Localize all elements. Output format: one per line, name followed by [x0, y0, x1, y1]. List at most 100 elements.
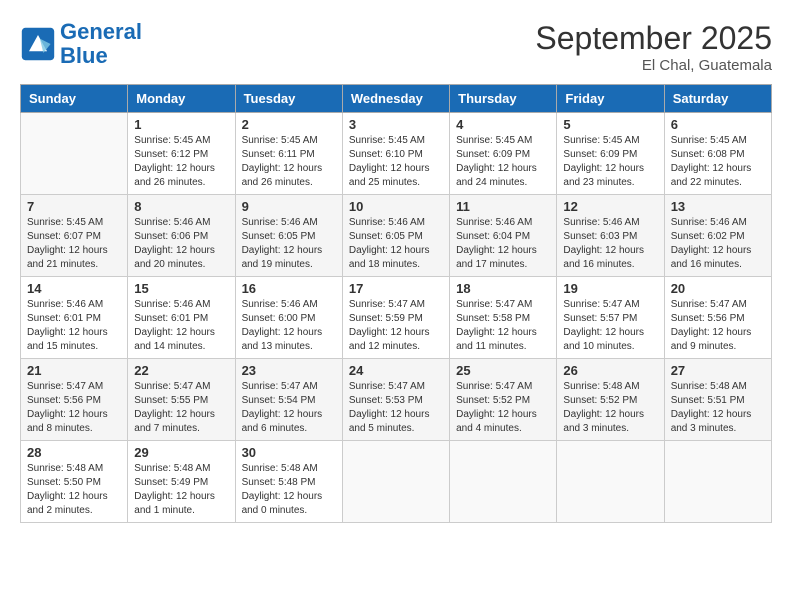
logo-icon	[20, 26, 56, 62]
calendar-week-3: 14 Sunrise: 5:46 AM Sunset: 6:01 PM Dayli…	[21, 277, 772, 359]
day-info: Sunrise: 5:48 AM Sunset: 5:48 PM Dayligh…	[242, 462, 336, 518]
day-header-sunday: Sunday	[21, 85, 128, 113]
day-info: Sunrise: 5:47 AM Sunset: 5:57 PM Dayligh…	[563, 298, 657, 354]
day-number: 30	[242, 445, 336, 460]
day-info: Sunrise: 5:47 AM Sunset: 5:56 PM Dayligh…	[671, 298, 765, 354]
calendar-header-row: SundayMondayTuesdayWednesdayThursdayFrid…	[21, 85, 772, 113]
day-info: Sunrise: 5:46 AM Sunset: 6:01 PM Dayligh…	[27, 298, 121, 354]
calendar-cell: 16Sunrise: 5:46 AM Sunset: 6:00 PM Dayli…	[235, 277, 342, 359]
day-header-wednesday: Wednesday	[342, 85, 449, 113]
day-header-saturday: Saturday	[664, 85, 771, 113]
calendar-cell: 19 Sunrise: 5:47 AM Sunset: 5:57 PM Dayli…	[557, 277, 664, 359]
calendar-cell: 3 Sunrise: 5:45 AM Sunset: 6:10 PM Daylig…	[342, 113, 449, 195]
calendar-cell: 9Sunrise: 5:46 AM Sunset: 6:05 PM Daylig…	[235, 195, 342, 277]
day-info: Sunrise: 5:48 AM Sunset: 5:52 PM Dayligh…	[563, 380, 657, 436]
calendar-cell: 20Sunrise: 5:47 AM Sunset: 5:56 PM Dayli…	[664, 277, 771, 359]
month-title: September 2025	[535, 20, 772, 57]
calendar-week-2: 7 Sunrise: 5:45 AM Sunset: 6:07 PM Daylig…	[21, 195, 772, 277]
day-number: 9	[242, 199, 336, 214]
calendar-cell: 22 Sunrise: 5:47 AM Sunset: 5:55 PM Dayli…	[128, 359, 235, 441]
day-info: Sunrise: 5:45 AM Sunset: 6:10 PM Dayligh…	[349, 134, 443, 190]
day-header-friday: Friday	[557, 85, 664, 113]
day-number: 13	[671, 199, 765, 214]
day-info: Sunrise: 5:45 AM Sunset: 6:08 PM Dayligh…	[671, 134, 765, 190]
calendar-cell: 15Sunrise: 5:46 AM Sunset: 6:01 PM Dayli…	[128, 277, 235, 359]
day-header-tuesday: Tuesday	[235, 85, 342, 113]
day-info: Sunrise: 5:46 AM Sunset: 6:00 PM Dayligh…	[242, 298, 336, 354]
calendar-cell: 29Sunrise: 5:48 AM Sunset: 5:49 PM Dayli…	[128, 441, 235, 523]
calendar-cell: 14 Sunrise: 5:46 AM Sunset: 6:01 PM Dayli…	[21, 277, 128, 359]
day-info: Sunrise: 5:46 AM Sunset: 6:03 PM Dayligh…	[563, 216, 657, 272]
calendar-cell: 12 Sunrise: 5:46 AM Sunset: 6:03 PM Dayli…	[557, 195, 664, 277]
calendar-cell: 8Sunrise: 5:46 AM Sunset: 6:06 PM Daylig…	[128, 195, 235, 277]
day-number: 11	[456, 199, 550, 214]
day-info: Sunrise: 5:47 AM Sunset: 5:54 PM Dayligh…	[242, 380, 336, 436]
day-header-thursday: Thursday	[450, 85, 557, 113]
day-info: Sunrise: 5:45 AM Sunset: 6:09 PM Dayligh…	[456, 134, 550, 190]
day-info: Sunrise: 5:46 AM Sunset: 6:06 PM Dayligh…	[134, 216, 228, 272]
day-number: 10	[349, 199, 443, 214]
day-number: 12	[563, 199, 657, 214]
day-number: 18	[456, 281, 550, 296]
calendar-cell: 21 Sunrise: 5:47 AM Sunset: 5:56 PM Dayli…	[21, 359, 128, 441]
day-info: Sunrise: 5:47 AM Sunset: 5:59 PM Dayligh…	[349, 298, 443, 354]
day-number: 26	[563, 363, 657, 378]
day-info: Sunrise: 5:46 AM Sunset: 6:04 PM Dayligh…	[456, 216, 550, 272]
calendar-cell: 10 Sunrise: 5:46 AM Sunset: 6:05 PM Dayli…	[342, 195, 449, 277]
calendar-cell	[664, 441, 771, 523]
day-info: Sunrise: 5:45 AM Sunset: 6:12 PM Dayligh…	[134, 134, 228, 190]
day-info: Sunrise: 5:47 AM Sunset: 5:58 PM Dayligh…	[456, 298, 550, 354]
day-info: Sunrise: 5:48 AM Sunset: 5:49 PM Dayligh…	[134, 462, 228, 518]
calendar-cell: 30 Sunrise: 5:48 AM Sunset: 5:48 PM Dayli…	[235, 441, 342, 523]
day-number: 1	[134, 117, 228, 132]
calendar-week-1: 1 Sunrise: 5:45 AM Sunset: 6:12 PM Daylig…	[21, 113, 772, 195]
page-header: General Blue September 2025 El Chal, Gua…	[20, 20, 772, 74]
day-number: 27	[671, 363, 765, 378]
day-info: Sunrise: 5:48 AM Sunset: 5:50 PM Dayligh…	[27, 462, 121, 518]
day-info: Sunrise: 5:45 AM Sunset: 6:09 PM Dayligh…	[563, 134, 657, 190]
day-info: Sunrise: 5:47 AM Sunset: 5:56 PM Dayligh…	[27, 380, 121, 436]
day-info: Sunrise: 5:47 AM Sunset: 5:52 PM Dayligh…	[456, 380, 550, 436]
calendar-cell: 13Sunrise: 5:46 AM Sunset: 6:02 PM Dayli…	[664, 195, 771, 277]
day-number: 23	[242, 363, 336, 378]
day-number: 24	[349, 363, 443, 378]
calendar-cell	[450, 441, 557, 523]
calendar-cell: 24 Sunrise: 5:47 AM Sunset: 5:53 PM Dayli…	[342, 359, 449, 441]
day-number: 4	[456, 117, 550, 132]
day-info: Sunrise: 5:47 AM Sunset: 5:55 PM Dayligh…	[134, 380, 228, 436]
calendar-cell: 28Sunrise: 5:48 AM Sunset: 5:50 PM Dayli…	[21, 441, 128, 523]
calendar-table: SundayMondayTuesdayWednesdayThursdayFrid…	[20, 84, 772, 523]
calendar-cell: 18 Sunrise: 5:47 AM Sunset: 5:58 PM Dayli…	[450, 277, 557, 359]
logo: General Blue	[20, 20, 142, 68]
calendar-cell: 2Sunrise: 5:45 AM Sunset: 6:11 PM Daylig…	[235, 113, 342, 195]
day-info: Sunrise: 5:45 AM Sunset: 6:07 PM Dayligh…	[27, 216, 121, 272]
logo-text: General Blue	[60, 20, 142, 68]
day-info: Sunrise: 5:47 AM Sunset: 5:53 PM Dayligh…	[349, 380, 443, 436]
day-info: Sunrise: 5:46 AM Sunset: 6:05 PM Dayligh…	[349, 216, 443, 272]
day-number: 17	[349, 281, 443, 296]
calendar-cell: 25 Sunrise: 5:47 AM Sunset: 5:52 PM Dayli…	[450, 359, 557, 441]
day-number: 21	[27, 363, 121, 378]
calendar-cell: 7 Sunrise: 5:45 AM Sunset: 6:07 PM Daylig…	[21, 195, 128, 277]
day-number: 14	[27, 281, 121, 296]
calendar-cell	[557, 441, 664, 523]
calendar-cell: 1 Sunrise: 5:45 AM Sunset: 6:12 PM Daylig…	[128, 113, 235, 195]
day-header-monday: Monday	[128, 85, 235, 113]
day-number: 7	[27, 199, 121, 214]
calendar-cell: 11 Sunrise: 5:46 AM Sunset: 6:04 PM Dayli…	[450, 195, 557, 277]
day-info: Sunrise: 5:46 AM Sunset: 6:01 PM Dayligh…	[134, 298, 228, 354]
location-subtitle: El Chal, Guatemala	[535, 57, 772, 74]
calendar-cell	[21, 113, 128, 195]
day-number: 2	[242, 117, 336, 132]
day-number: 3	[349, 117, 443, 132]
day-number: 25	[456, 363, 550, 378]
calendar-week-5: 28Sunrise: 5:48 AM Sunset: 5:50 PM Dayli…	[21, 441, 772, 523]
day-number: 19	[563, 281, 657, 296]
calendar-cell: 23 Sunrise: 5:47 AM Sunset: 5:54 PM Dayli…	[235, 359, 342, 441]
calendar-cell	[342, 441, 449, 523]
day-number: 6	[671, 117, 765, 132]
title-block: September 2025 El Chal, Guatemala	[535, 20, 772, 74]
day-number: 5	[563, 117, 657, 132]
day-number: 22	[134, 363, 228, 378]
calendar-week-4: 21 Sunrise: 5:47 AM Sunset: 5:56 PM Dayli…	[21, 359, 772, 441]
